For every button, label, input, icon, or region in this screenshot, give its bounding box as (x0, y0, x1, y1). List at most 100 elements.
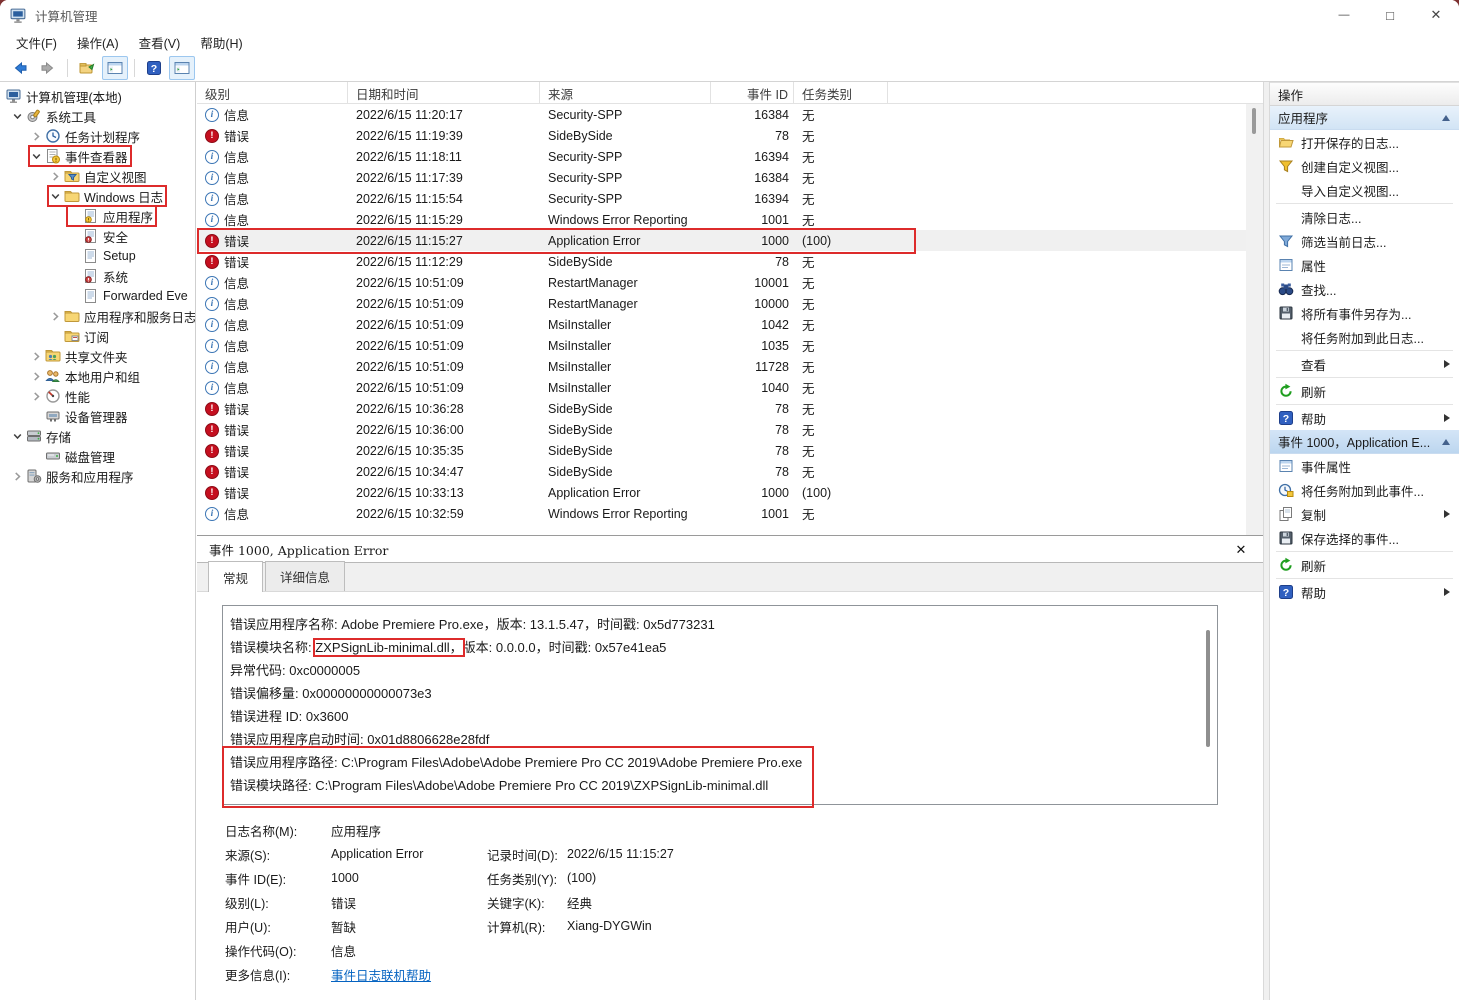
close-icon[interactable]: ✕ (1233, 542, 1249, 558)
action-清除日志...[interactable]: 清除日志... (1270, 205, 1459, 229)
event-row[interactable]: i信息2022/6/15 10:51:09MsiInstaller1035无 (197, 335, 1246, 356)
event-row[interactable]: i信息2022/6/15 10:32:59Windows Error Repor… (197, 503, 1246, 524)
toolbar: ? (0, 54, 1459, 82)
chevron-open-icon[interactable] (48, 189, 63, 203)
action-查找...[interactable]: 查找... (1270, 277, 1459, 301)
menu-查看(V)[interactable]: 查看(V) (129, 30, 191, 55)
column-header-日期和时间[interactable]: 日期和时间 (348, 82, 540, 104)
chevron-open-icon[interactable] (29, 149, 44, 163)
chevron-closed-icon[interactable] (48, 169, 63, 183)
tree-item-系统[interactable]: 系统 (0, 266, 195, 286)
tree-item-服务和应用程序[interactable]: 服务和应用程序 (0, 466, 195, 486)
tree-item-磁盘管理[interactable]: 磁盘管理 (0, 446, 195, 466)
action-属性[interactable]: 属性 (1270, 253, 1459, 277)
tree-label: 自定义视图 (84, 167, 147, 186)
action-帮助[interactable]: ?帮助 (1270, 580, 1459, 604)
event-row[interactable]: i信息2022/6/15 10:51:09MsiInstaller11728无 (197, 356, 1246, 377)
tree-item-任务计划程序[interactable]: 任务计划程序 (0, 126, 195, 146)
tree-item-Setup[interactable]: Setup (0, 246, 195, 266)
action-刷新[interactable]: 刷新 (1270, 553, 1459, 577)
action-复制[interactable]: 复制 (1270, 502, 1459, 526)
menu-文件(F)[interactable]: 文件(F) (6, 30, 67, 55)
collapse-icon[interactable] (1442, 115, 1450, 121)
chevron-open-icon[interactable] (10, 429, 25, 443)
event-row[interactable]: i信息2022/6/15 11:15:54Security-SPP16394无 (197, 188, 1246, 209)
chevron-closed-icon[interactable] (29, 389, 44, 403)
column-header-任务类别[interactable]: 任务类别 (794, 82, 888, 104)
console2-icon[interactable] (169, 56, 195, 80)
event-row[interactable]: i信息2022/6/15 11:17:39Security-SPP16384无 (197, 167, 1246, 188)
chevron-closed-icon[interactable] (10, 469, 25, 483)
event-row[interactable]: !错误2022/6/15 11:19:39SideBySide78无 (197, 125, 1246, 146)
pane-splitter[interactable] (1263, 82, 1270, 1000)
chevron-closed-icon[interactable] (48, 309, 63, 323)
tab-详细信息[interactable]: 详细信息 (265, 561, 345, 591)
event-row[interactable]: i信息2022/6/15 10:51:09RestartManager10001… (197, 272, 1246, 293)
action-打开保存的日志...[interactable]: 打开保存的日志... (1270, 130, 1459, 154)
event-row[interactable]: !错误2022/6/15 10:36:00SideBySide78无 (197, 419, 1246, 440)
action-事件属性[interactable]: 事件属性 (1270, 454, 1459, 478)
menu-帮助(H)[interactable]: 帮助(H) (190, 30, 252, 55)
tree-item-应用程序[interactable]: 应用程序 (0, 206, 195, 226)
action-帮助[interactable]: ?帮助 (1270, 406, 1459, 430)
event-row[interactable]: !错误2022/6/15 11:15:27Application Error10… (197, 230, 1246, 251)
forward-icon[interactable] (35, 56, 61, 80)
tab-常规[interactable]: 常规 (208, 561, 263, 592)
actions-section-应用程序[interactable]: 应用程序 (1270, 106, 1459, 130)
action-查看[interactable]: 查看 (1270, 352, 1459, 376)
event-row[interactable]: i信息2022/6/15 10:51:09MsiInstaller1042无 (197, 314, 1246, 335)
menu-操作(A)[interactable]: 操作(A) (67, 30, 129, 55)
column-header-事件 ID[interactable]: 事件 ID (711, 82, 794, 104)
console-icon[interactable] (102, 56, 128, 80)
tree-item-共享文件夹[interactable]: 共享文件夹 (0, 346, 195, 366)
actions-section-事件 1000，Application E...[interactable]: 事件 1000，Application E... (1270, 430, 1459, 454)
tree-item-订阅[interactable]: 订阅 (0, 326, 195, 346)
tree-item-应用程序和服务日志[interactable]: 应用程序和服务日志 (0, 306, 195, 326)
event-row[interactable]: !错误2022/6/15 10:34:47SideBySide78无 (197, 461, 1246, 482)
action-将任务附加到此日志...[interactable]: 将任务附加到此日志... (1270, 325, 1459, 349)
event-row[interactable]: !错误2022/6/15 10:35:35SideBySide78无 (197, 440, 1246, 461)
export-icon[interactable] (74, 56, 100, 80)
action-将任务附加到此事件...[interactable]: 将任务附加到此事件... (1270, 478, 1459, 502)
chevron-open-icon[interactable] (10, 109, 25, 123)
tree-item-设备管理器[interactable]: 设备管理器 (0, 406, 195, 426)
minimize-button[interactable]: — (1321, 0, 1367, 30)
maximize-button[interactable]: □ (1367, 0, 1413, 30)
chevron-closed-icon[interactable] (29, 369, 44, 383)
close-button[interactable]: ✕ (1413, 0, 1459, 30)
tree-item-存储[interactable]: 存储 (0, 426, 195, 446)
tree-item-本地用户和组[interactable]: 本地用户和组 (0, 366, 195, 386)
tree-item-Windows 日志[interactable]: Windows 日志 (0, 186, 195, 206)
event-row[interactable]: i信息2022/6/15 11:15:29Windows Error Repor… (197, 209, 1246, 230)
tree-item-事件查看器[interactable]: 事件查看器 (0, 146, 195, 166)
event-row[interactable]: i信息2022/6/15 10:51:09RestartManager10000… (197, 293, 1246, 314)
event-list-scrollbar[interactable] (1246, 104, 1263, 535)
column-header-级别[interactable]: 级别 (197, 82, 348, 104)
column-header-来源[interactable]: 来源 (540, 82, 711, 104)
event-row[interactable]: i信息2022/6/15 11:20:17Security-SPP16384无 (197, 104, 1246, 125)
tree-item-安全[interactable]: 安全 (0, 226, 195, 246)
event-row[interactable]: i信息2022/6/15 10:51:09MsiInstaller1040无 (197, 377, 1246, 398)
action-刷新[interactable]: 刷新 (1270, 379, 1459, 403)
chevron-closed-icon[interactable] (29, 129, 44, 143)
back-icon[interactable] (7, 56, 33, 80)
event-row[interactable]: !错误2022/6/15 10:33:13Application Error10… (197, 482, 1246, 503)
action-创建自定义视图...[interactable]: 创建自定义视图... (1270, 154, 1459, 178)
tree-item-系统工具[interactable]: 系统工具 (0, 106, 195, 126)
description-scrollbar[interactable] (1206, 630, 1210, 747)
event-row[interactable]: !错误2022/6/15 11:12:29SideBySide78无 (197, 251, 1246, 272)
tree-item-自定义视图[interactable]: 自定义视图 (0, 166, 195, 186)
help-icon[interactable]: ? (141, 56, 167, 80)
action-导入自定义视图...[interactable]: 导入自定义视图... (1270, 178, 1459, 202)
chevron-closed-icon[interactable] (29, 349, 44, 363)
tree-item-Forwarded Eve[interactable]: Forwarded Eve (0, 286, 195, 306)
action-将所有事件另存为...[interactable]: 将所有事件另存为... (1270, 301, 1459, 325)
action-保存选择的事件...[interactable]: 保存选择的事件... (1270, 526, 1459, 550)
event-log-online-help-link[interactable]: 事件日志联机帮助 (331, 965, 431, 984)
action-筛选当前日志...[interactable]: 筛选当前日志... (1270, 229, 1459, 253)
tree-item-计算机管理(本地)[interactable]: 计算机管理(本地) (0, 86, 195, 106)
tree-item-性能[interactable]: 性能 (0, 386, 195, 406)
event-row[interactable]: i信息2022/6/15 11:18:11Security-SPP16394无 (197, 146, 1246, 167)
event-row[interactable]: !错误2022/6/15 10:36:28SideBySide78无 (197, 398, 1246, 419)
collapse-icon[interactable] (1442, 439, 1450, 445)
